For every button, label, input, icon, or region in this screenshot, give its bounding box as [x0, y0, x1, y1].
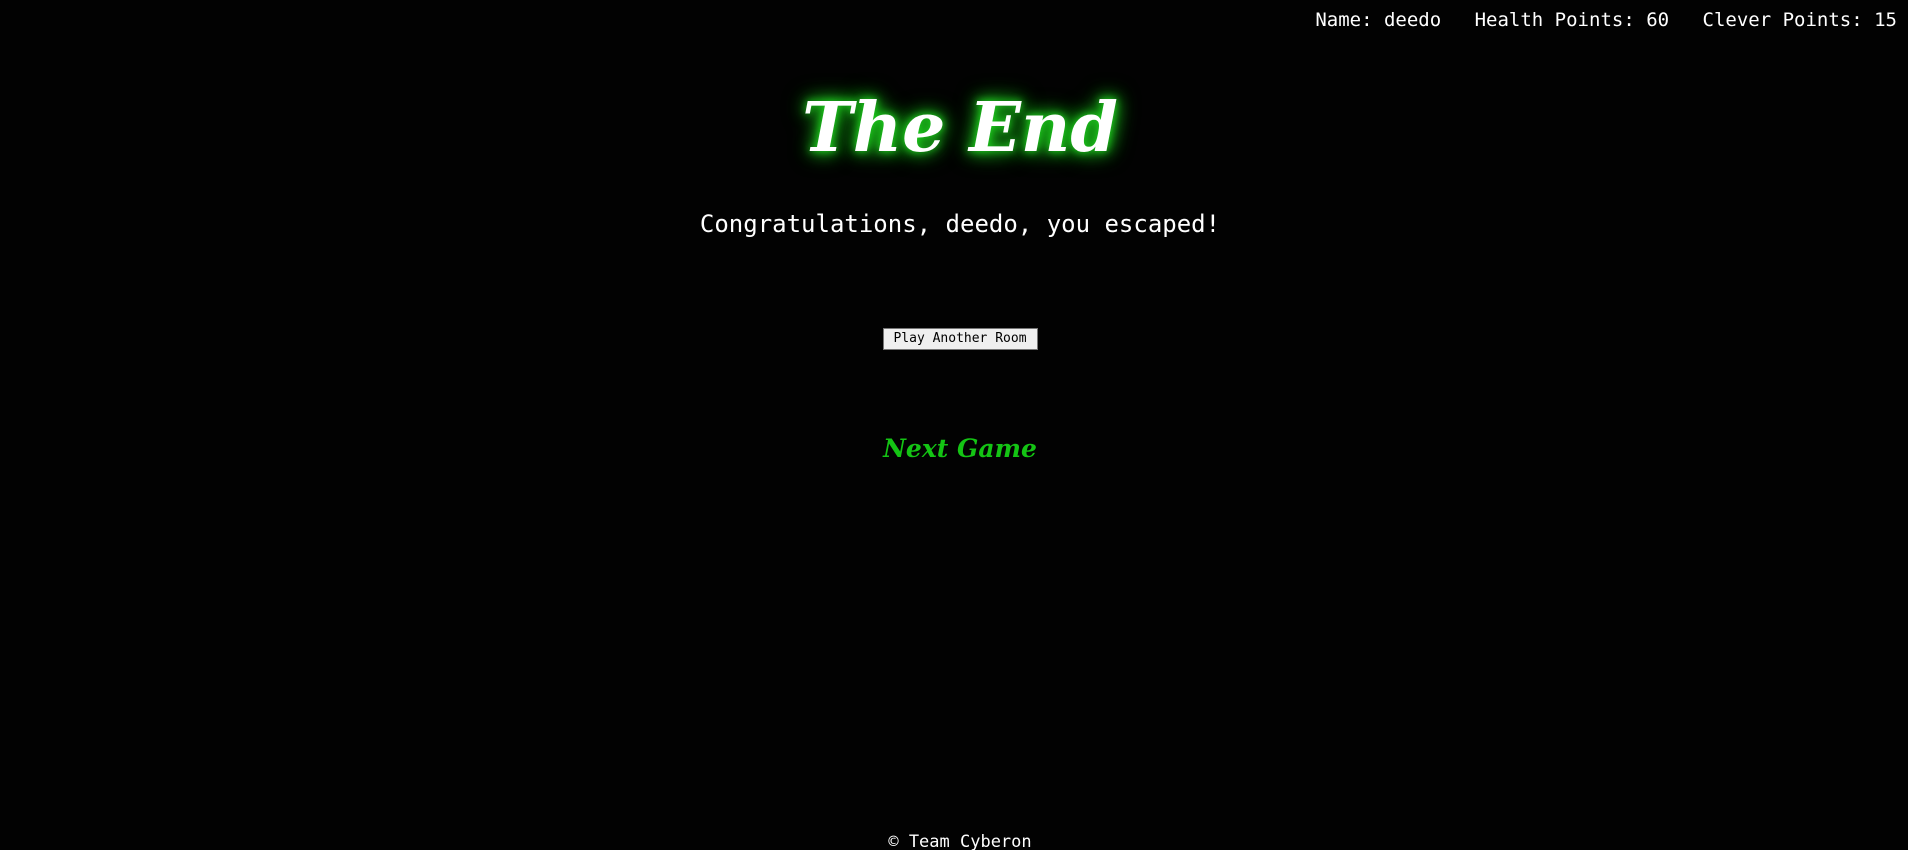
play-another-room-button[interactable]: Play Another Room	[882, 327, 1038, 350]
page-title: The End	[802, 88, 1118, 168]
button-container: Play Another Room	[0, 327, 1908, 350]
congratulations-message: Congratulations, deedo, you escaped!	[699, 210, 1221, 238]
next-game-link[interactable]: Next Game	[0, 434, 1908, 463]
player-name: Name: deedo	[1315, 9, 1442, 31]
player-stats: Name: deedo Health Points: 60 Clever Poi…	[1315, 9, 1897, 31]
footer-copyright: © Team Cyberon	[888, 832, 1032, 850]
health-points: Health Points: 60	[1474, 9, 1670, 31]
clever-points: Clever Points: 15	[1702, 9, 1897, 31]
